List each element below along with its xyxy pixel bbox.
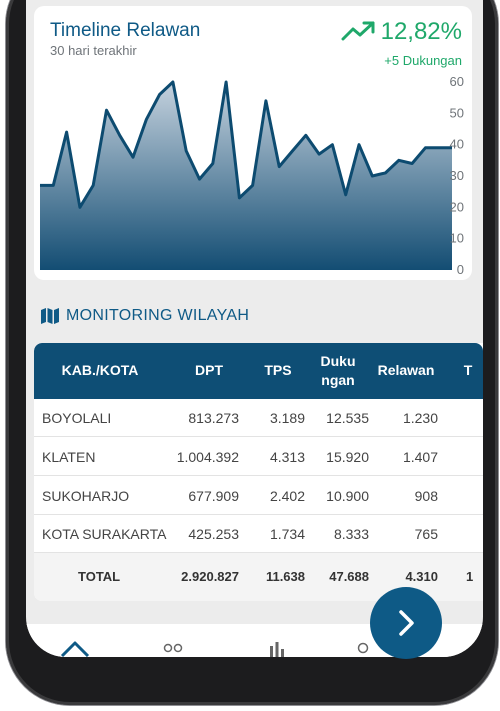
- cell-relawan: 765: [414, 526, 438, 542]
- chevron-right-icon: [399, 610, 414, 636]
- timeline-chart-card: 60 50 40 30 20 10 0 Timeline Relawan 30 hari t…: [34, 6, 472, 280]
- column-header-kab-kota[interactable]: KAB./KOTA: [54, 361, 146, 380]
- cell-tps: 1.734: [269, 526, 305, 542]
- cell-dukungan: 12.535: [326, 410, 369, 426]
- cell-total-dukungan: 47.688: [329, 569, 369, 584]
- cell-tps: 3.189: [269, 410, 305, 426]
- y-tick-label: 40: [450, 137, 464, 152]
- cell-tps: 2.402: [269, 488, 305, 504]
- trending-up-icon: [341, 21, 375, 41]
- cell-region: SUKOHARJO: [42, 488, 130, 504]
- cell-total-tps: 11.638: [265, 569, 305, 584]
- cell-dukungan: 8.333: [333, 526, 369, 542]
- column-header-tps[interactable]: TPS: [258, 361, 298, 380]
- column-header-dukungan[interactable]: Duku ngan: [316, 352, 360, 390]
- cell-region: KOTA SURAKARTA: [42, 526, 167, 542]
- table-row[interactable]: BOYOLALI 813.273 3.189 12.535 1.230: [34, 399, 483, 437]
- cell-tps: 4.313: [269, 449, 305, 465]
- profile-icon[interactable]: [356, 641, 370, 655]
- map-icon: [41, 308, 59, 324]
- section-header: MONITORING WILAYAH: [40, 305, 249, 327]
- y-tick-label: 10: [450, 231, 464, 246]
- cell-dpt: 1.004.392: [176, 449, 239, 465]
- cell-total-dpt: 2.920.827: [181, 569, 239, 584]
- chart-title: Timeline Relawan: [50, 20, 201, 41]
- table-row[interactable]: KOTA SURAKARTA 425.253 1.734 8.333 765: [34, 515, 483, 553]
- cell-dukungan: 10.900: [326, 488, 369, 504]
- y-tick-label: 60: [450, 74, 464, 89]
- growth-percentage: 12,82%: [380, 18, 462, 45]
- table-header: KAB./KOTA DPT TPS Duku ngan Relawan T: [34, 343, 483, 399]
- y-tick-label: 0: [457, 262, 464, 277]
- table-row[interactable]: SUKOHARJO 677.909 2.402 10.900 908: [34, 477, 483, 515]
- cell-relawan: 908: [414, 488, 438, 504]
- chart-subtitle: 30 hari terakhir: [50, 43, 137, 58]
- column-header-dpt[interactable]: DPT: [184, 361, 234, 380]
- section-title: MONITORING WILAYAH: [66, 307, 250, 324]
- home-icon[interactable]: [60, 640, 90, 657]
- y-tick-label: 30: [450, 168, 464, 183]
- app-screen: 60 50 40 30 20 10 0 Timeline Relawan 30 hari t…: [26, 0, 483, 657]
- cell-region: BOYOLALI: [42, 410, 112, 426]
- next-fab-button[interactable]: [370, 587, 442, 659]
- region-table: KAB./KOTA DPT TPS Duku ngan Relawan T BOY…: [34, 343, 483, 601]
- users-icon[interactable]: [162, 642, 184, 654]
- cell-relawan: 1.230: [402, 410, 438, 426]
- cell-total-extra: 1: [466, 569, 474, 584]
- y-tick-label: 20: [450, 199, 464, 214]
- growth-support-count: +5 Dukungan: [384, 53, 462, 68]
- bar-chart-icon[interactable]: [268, 640, 286, 657]
- cell-dukungan: 15.920: [326, 449, 369, 465]
- y-tick-label: 50: [450, 105, 464, 120]
- chart-area-fill: [40, 82, 452, 270]
- column-header-extra[interactable]: T: [458, 361, 478, 380]
- cell-total-label: TOTAL: [78, 569, 121, 584]
- table-row[interactable]: KLATEN 1.004.392 4.313 15.920 1.407: [34, 438, 483, 476]
- cell-relawan: 1.407: [402, 449, 438, 465]
- cell-dpt: 813.273: [188, 410, 239, 426]
- cell-dpt: 425.253: [188, 526, 239, 542]
- cell-dpt: 677.909: [188, 488, 239, 504]
- cell-region: KLATEN: [42, 449, 96, 465]
- column-header-relawan[interactable]: Relawan: [374, 361, 438, 380]
